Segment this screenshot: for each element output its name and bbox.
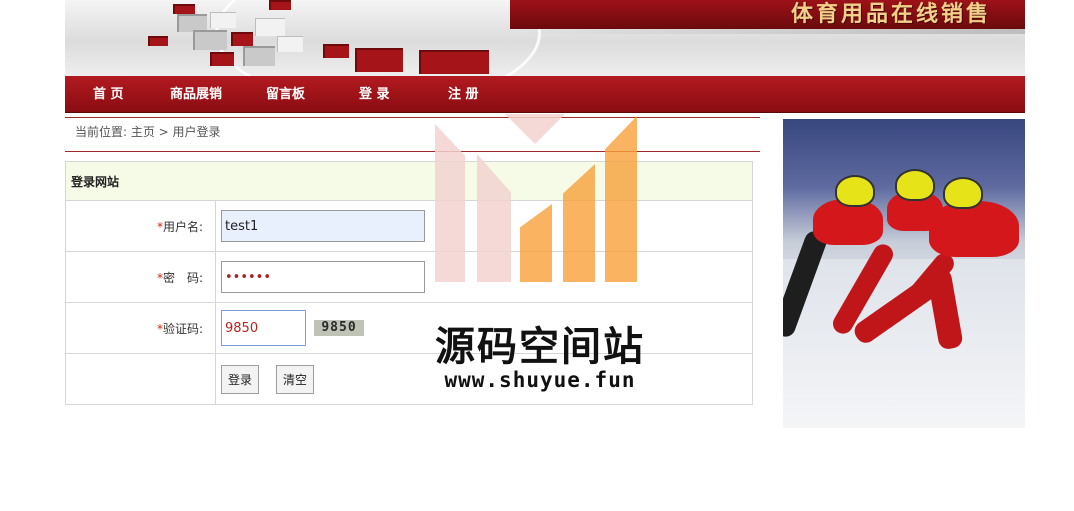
- photo-skater-helmet: [895, 169, 935, 201]
- username-input[interactable]: [221, 210, 425, 242]
- banner-cube: [419, 50, 489, 74]
- username-label-cell: *用户名:: [65, 200, 216, 252]
- captcha-label: 验证码:: [162, 321, 203, 336]
- banner-cube: [231, 32, 253, 46]
- site-title-bar: 体育用品在线销售: [510, 0, 1025, 29]
- main-nav: 首 页 商品展销 留言板 登 录 注 册: [65, 76, 1025, 113]
- photo-skater-helmet: [835, 175, 875, 207]
- clear-button[interactable]: 清空: [276, 364, 315, 394]
- button-label-cell: [65, 353, 216, 405]
- password-label-cell: *密 码:: [65, 251, 216, 303]
- nav-guestbook[interactable]: 留言板: [266, 76, 305, 112]
- banner-cube: [173, 4, 195, 14]
- captcha-cell: 9850: [215, 302, 753, 354]
- speed-skating-photo: [783, 119, 1025, 428]
- banner-cube: [210, 12, 236, 28]
- banner-cube: [193, 30, 227, 50]
- site-title: 体育用品在线销售: [790, 1, 991, 27]
- banner-cube: [243, 46, 275, 66]
- banner-cube: [355, 48, 403, 72]
- breadcrumb: 当前位置: 主页 > 用户登录: [65, 117, 760, 152]
- header-banner: 体育用品在线销售: [65, 0, 1025, 76]
- button-cell: 登录 清空: [215, 353, 753, 405]
- photo-ice: [783, 259, 1025, 428]
- nav-home[interactable]: 首 页: [93, 76, 124, 112]
- password-label: 密 码:: [162, 270, 203, 285]
- banner-cube: [269, 0, 291, 10]
- captcha-label-cell: *验证码:: [65, 302, 216, 354]
- username-label: 用户名:: [162, 219, 203, 234]
- password-cell: [215, 251, 753, 303]
- captcha-input[interactable]: [221, 310, 306, 346]
- banner-cube: [323, 44, 349, 58]
- banner-cube: [277, 36, 303, 52]
- login-form-title: 登录网站: [65, 161, 753, 201]
- nav-register[interactable]: 注 册: [448, 76, 479, 112]
- photo-skater-body: [929, 201, 1019, 257]
- banner-cube: [210, 52, 234, 66]
- username-cell: [215, 200, 753, 252]
- breadcrumb-text: 当前位置: 主页 > 用户登录: [75, 125, 221, 139]
- login-form: 登录网站 *用户名: *密 码: *验证码: 9850 登录清空: [65, 161, 753, 405]
- photo-skater-helmet: [943, 177, 983, 209]
- banner-cube: [255, 18, 285, 36]
- login-button[interactable]: 登录: [221, 364, 260, 394]
- banner-cube: [148, 36, 168, 46]
- captcha-image[interactable]: 9850: [314, 320, 364, 336]
- nav-products[interactable]: 商品展销: [170, 76, 222, 112]
- title-bar-fade: [510, 29, 1025, 34]
- nav-login[interactable]: 登 录: [359, 76, 390, 112]
- password-input[interactable]: [221, 261, 425, 293]
